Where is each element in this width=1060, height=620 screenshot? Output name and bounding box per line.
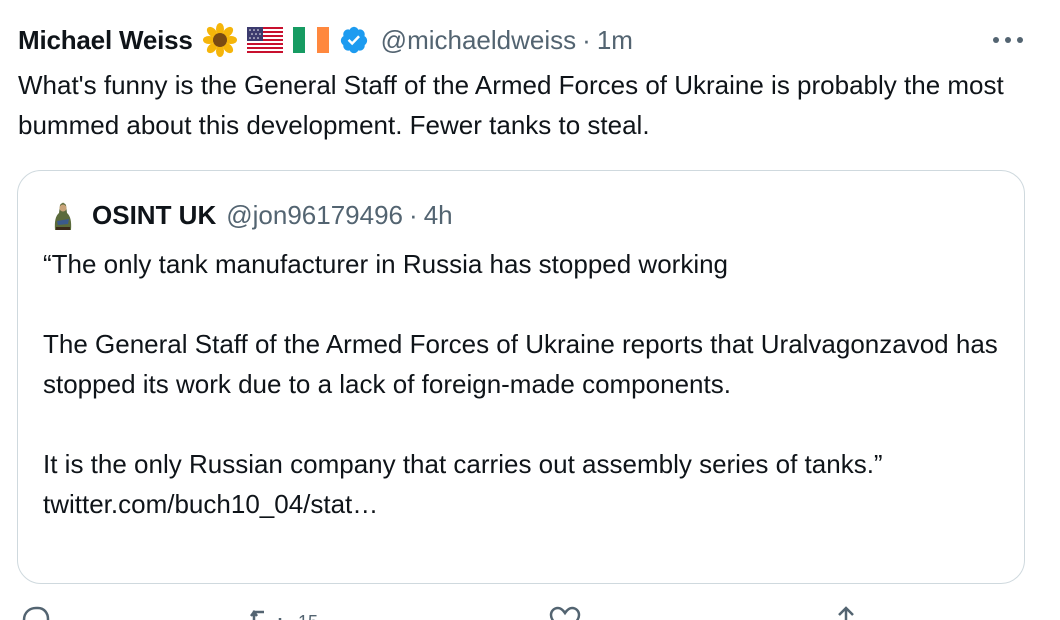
quote-link[interactable]: twitter.com/buch10_04/stat…	[43, 489, 378, 519]
tweet-time[interactable]: 1m	[597, 25, 633, 56]
share-icon	[838, 606, 854, 620]
share-button[interactable]	[830, 606, 876, 620]
heart-icon	[549, 606, 581, 620]
quote-author-name: OSINT UK	[92, 199, 217, 230]
tweet-header: Michael Weiss @michaeldweiss · 1m	[18, 22, 1028, 58]
quote-paragraph-2: The General Staff of the Armed Forces of…	[43, 329, 998, 399]
author-name[interactable]: Michael Weiss	[18, 25, 193, 56]
quoted-tweet[interactable]: . OSINT UK @jon96179496 · 4h “The only t…	[17, 170, 1025, 584]
us-flag-icon	[246, 27, 283, 53]
quote-paragraph-3: It is the only Russian company that carr…	[43, 444, 1003, 524]
quote-separator-dot: ·	[409, 199, 418, 230]
retweet-button[interactable]: 15	[250, 606, 318, 620]
tweet-action-bar: 15	[0, 606, 1060, 620]
quote-avatar[interactable]: .	[46, 197, 80, 233]
quote-header: . OSINT UK @jon96179496 · 4h	[46, 197, 453, 233]
retweet-icon	[250, 609, 282, 620]
quote-time: 4h	[423, 199, 453, 230]
tweet-text: What's funny is the General Staff of the…	[18, 70, 1004, 140]
sunflower-icon	[202, 23, 237, 57]
quote-paragraph-3-text: It is the only Russian company that carr…	[43, 449, 883, 479]
author-handle[interactable]: @michaeldweiss	[381, 25, 576, 56]
quote-paragraph-1: “The only tank manufacturer in Russia ha…	[43, 249, 729, 279]
quote-text: “The only tank manufacturer in Russia ha…	[43, 244, 1003, 524]
verified-badge-icon	[339, 25, 369, 55]
reply-button[interactable]	[18, 606, 64, 620]
separator-dot: ·	[582, 24, 591, 55]
more-options-icon[interactable]	[988, 26, 1028, 54]
retweet-count: 15	[298, 612, 318, 620]
ireland-flag-icon	[292, 27, 329, 53]
like-button[interactable]	[548, 606, 596, 620]
reply-icon	[22, 606, 50, 620]
quote-author-handle: @jon96179496	[226, 199, 404, 230]
